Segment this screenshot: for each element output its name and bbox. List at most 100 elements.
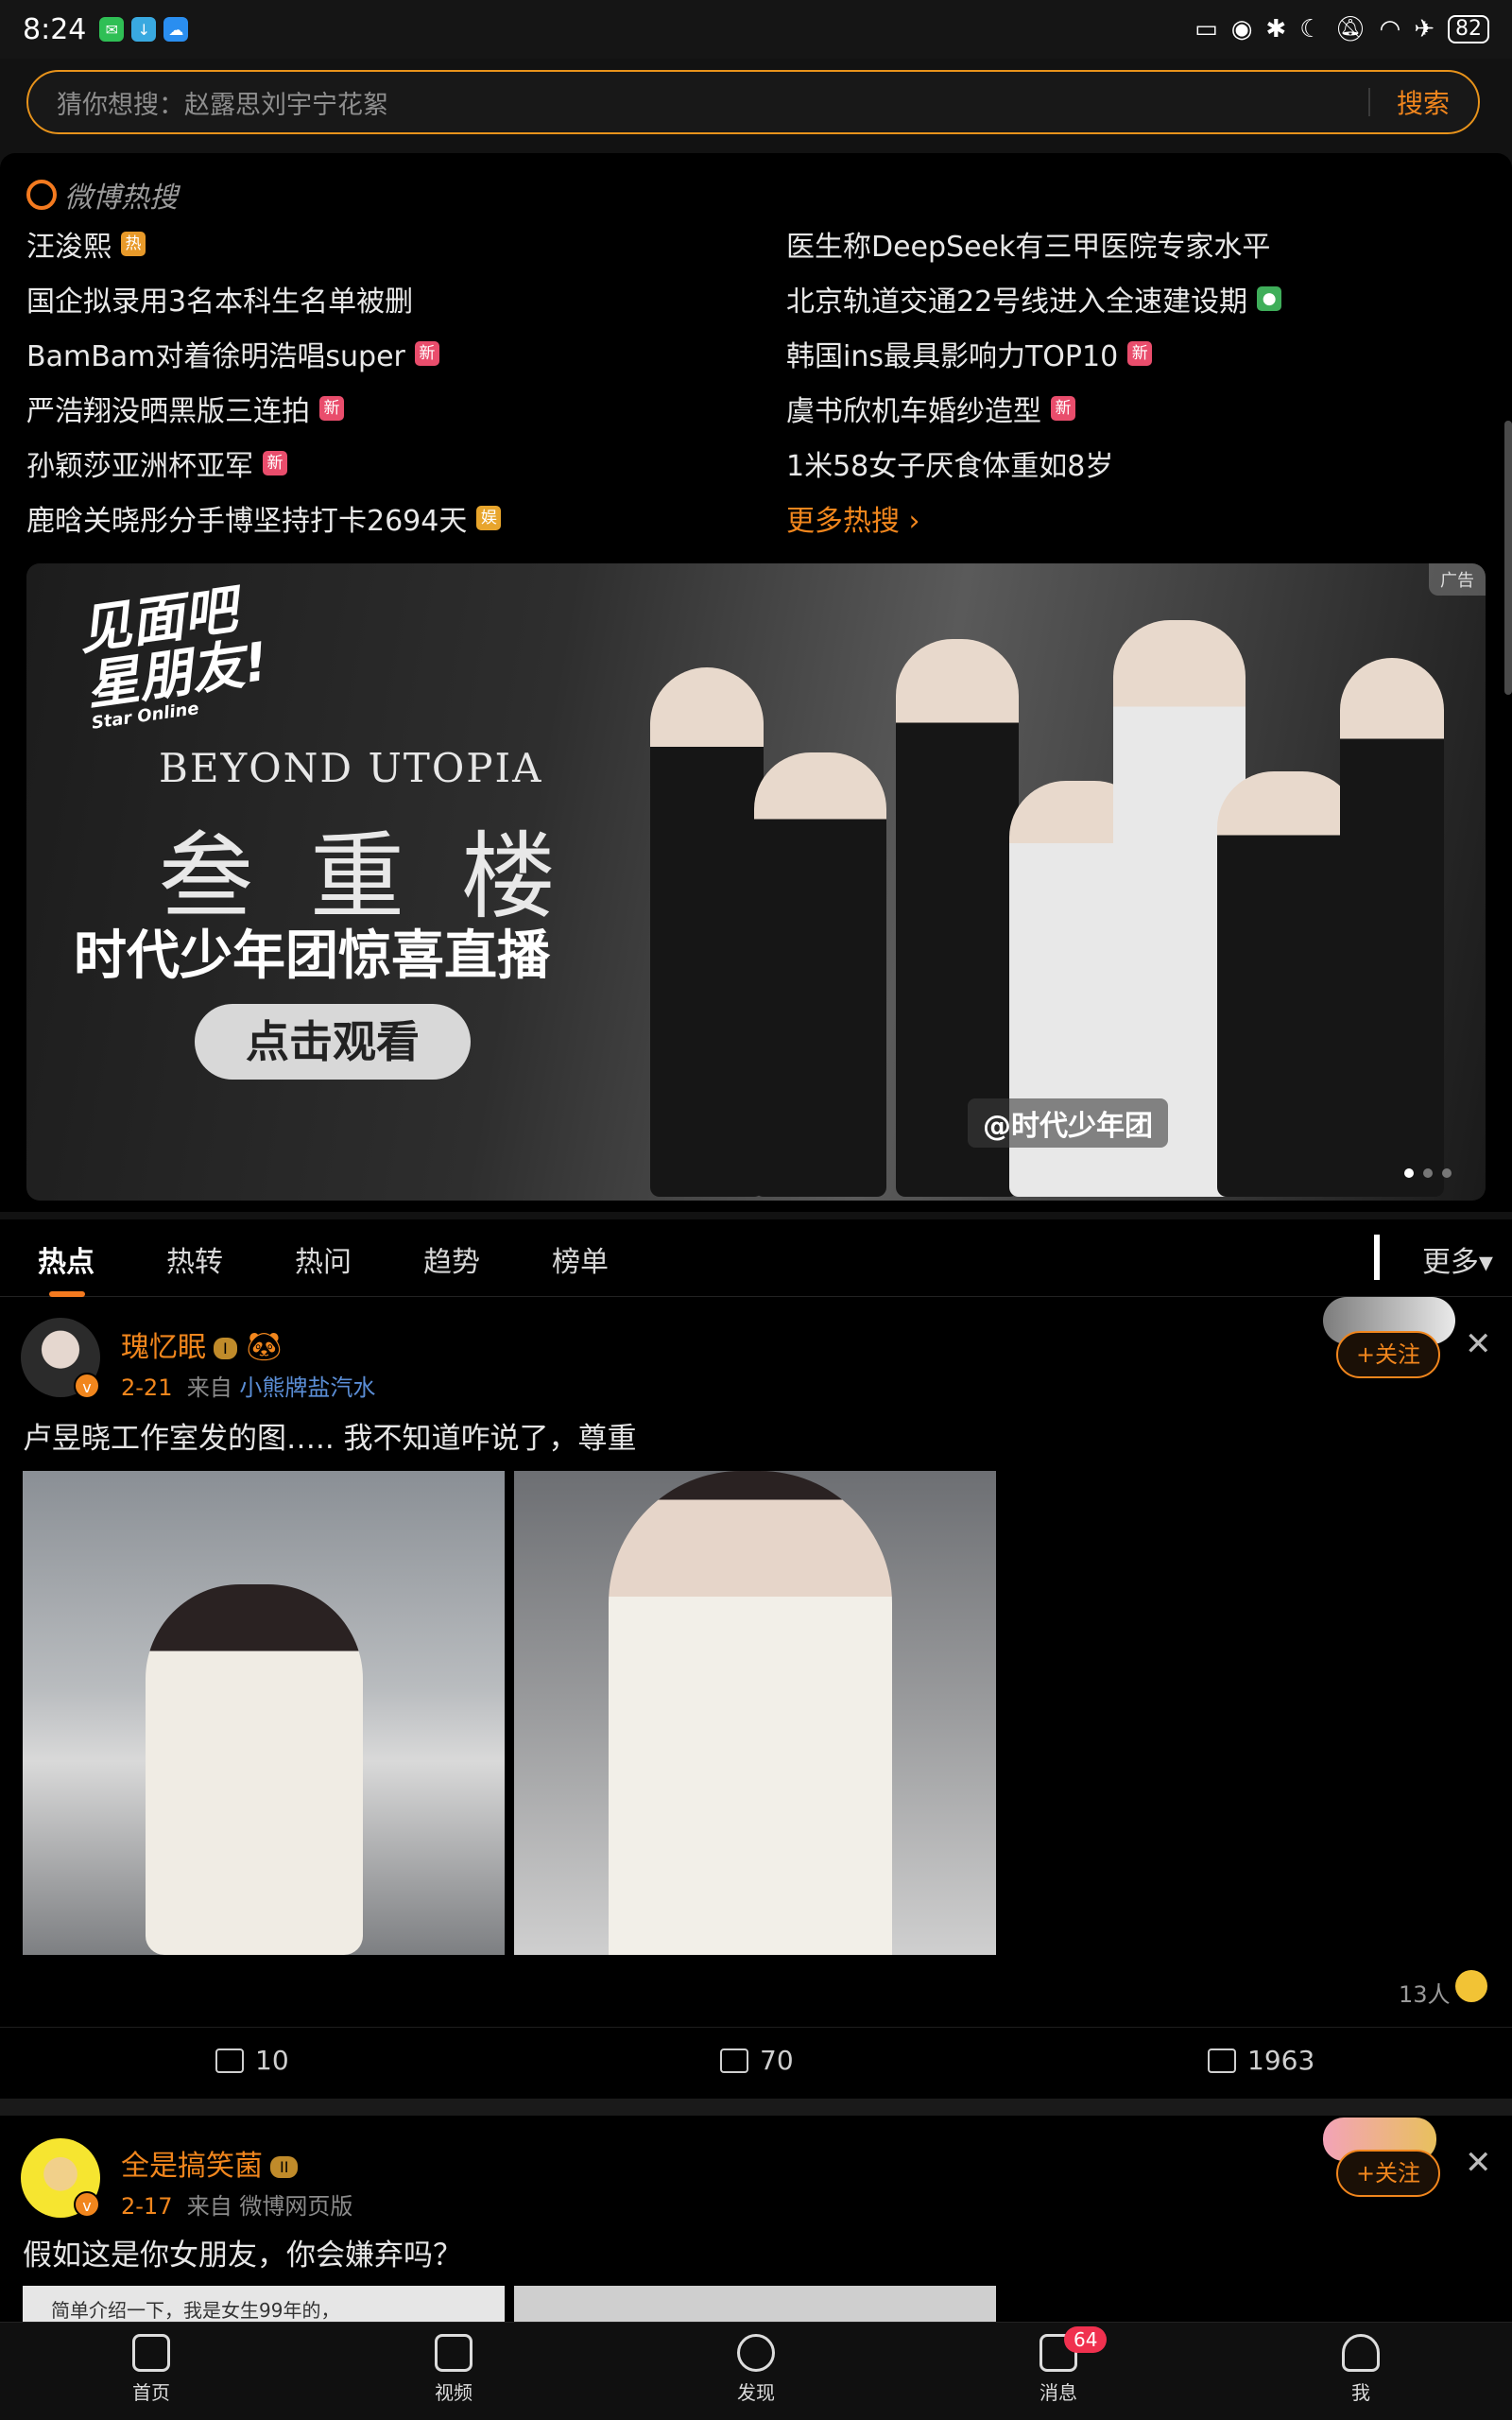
nav-label: 发现	[737, 2381, 775, 2404]
username-text: 瑰忆眠	[121, 1331, 206, 1364]
hot-item[interactable]: 汪浚熙热	[26, 223, 146, 265]
comment-count: 70	[760, 2045, 794, 2076]
thumbs-up-icon	[1208, 2048, 1236, 2073]
post-image[interactable]	[23, 1471, 505, 1955]
battery-indicator: 82	[1448, 15, 1489, 43]
tab-hot-repost[interactable]: 热转	[166, 1238, 223, 1280]
member-level-badge: II	[270, 2156, 299, 2178]
hot-item[interactable]: 虞书欣机车婚纱造型新	[786, 388, 1075, 429]
post-image[interactable]: 简单介绍一下，我是女生99年的，	[23, 2286, 505, 2324]
hot-item-text: 孙颖莎亚洲杯亚军	[26, 450, 253, 483]
nav-video[interactable]: 视频	[397, 2334, 510, 2405]
nav-label: 消息	[1040, 2381, 1077, 2404]
hot-search-logo[interactable]: 微博热搜	[26, 174, 178, 216]
message-count-badge: 64	[1064, 2326, 1108, 2353]
nav-discover[interactable]: 发现	[699, 2334, 813, 2405]
nav-messages[interactable]: 64 消息	[1002, 2326, 1115, 2405]
search-input[interactable]: 猜你想搜：赵露思刘宇宁花絮	[57, 84, 1368, 121]
person-figure	[1340, 658, 1444, 1197]
post-image[interactable]	[514, 2286, 996, 2324]
hot-item-text: 鹿晗关晓彤分手博坚持打卡2694天	[26, 505, 468, 538]
cast-icon: ▭	[1194, 15, 1218, 43]
feed-tabs: 热点 热转 热问 趋势 榜单 更多▾	[0, 1219, 1512, 1297]
tab-trend[interactable]: 趋势	[423, 1238, 480, 1280]
search-icon	[737, 2334, 775, 2372]
person-figure	[1217, 771, 1359, 1197]
post-image[interactable]	[514, 1471, 996, 1955]
search-button[interactable]: 搜索	[1397, 83, 1450, 121]
post-date: 2-21	[121, 1374, 173, 1401]
hot-item[interactable]: 北京轨道交通22号线进入全速建设期 ●	[786, 278, 1282, 320]
bottom-navigation: 首页 视频 发现 64 消息 我	[0, 2322, 1512, 2420]
hot-item[interactable]: 医生称DeepSeek有三甲医院专家水平	[786, 223, 1270, 265]
new-badge: 新	[263, 451, 287, 475]
post-source[interactable]: 微博网页版	[239, 2193, 352, 2220]
from-label: 来自	[186, 1374, 232, 1401]
nav-home[interactable]: 首页	[94, 2334, 208, 2405]
post-username[interactable]: 瑰忆眠 I 🐼︎	[121, 1323, 282, 1365]
search-bar[interactable]: 猜你想搜：赵露思刘宇宁花絮 搜索	[26, 70, 1480, 134]
status-icons: ▭ ◉ ✱ ☾ 🔕︎ ◠ ✈ 82	[1194, 15, 1489, 43]
post-username[interactable]: 全是搞笑菌 II	[121, 2142, 299, 2184]
post-source[interactable]: 小熊牌盐汽水	[239, 1374, 375, 1401]
image-caption-text: 简单介绍一下，我是女生99年的，	[51, 2299, 340, 2322]
post-text: 假如这是你女朋友，你会嫌弃吗？	[23, 2238, 462, 2273]
like-button[interactable]: 1963	[1208, 2045, 1314, 2076]
hot-badge: 热	[121, 232, 146, 256]
repost-button[interactable]: 10	[215, 2045, 289, 2076]
hot-item[interactable]: 韩国ins最具影响力TOP10 新	[786, 333, 1153, 374]
hot-item-text: BamBam对着徐明浩唱super	[26, 340, 405, 373]
eye-icon: ◉	[1230, 15, 1253, 43]
comment-icon	[720, 2048, 748, 2073]
entertainment-badge: 娱	[476, 506, 502, 530]
hot-item-text: 虞书欣机车婚纱造型	[786, 395, 1041, 428]
hot-item-text: 1米58女子厌食体重如8岁	[786, 450, 1114, 483]
hot-search-icon	[26, 180, 57, 210]
hot-item[interactable]: 1米58女子厌食体重如8岁	[786, 442, 1113, 484]
banner-beyond-text: BEYOND UTOPIA	[159, 745, 543, 791]
hot-item-text: 严浩翔没晒黑版三连拍	[26, 395, 310, 428]
more-hot-search-link[interactable]: 更多热搜 ›	[786, 497, 920, 539]
hot-item-text: 医生称DeepSeek有三甲医院专家水平	[786, 231, 1271, 264]
close-icon[interactable]: ✕	[1465, 2144, 1492, 2182]
like-count: 1963	[1247, 2045, 1315, 2076]
repost-icon	[215, 2048, 244, 2073]
hot-item[interactable]: 鹿晗关晓彤分手博坚持打卡2694天娱	[26, 497, 502, 539]
new-badge: 新	[319, 396, 344, 421]
ad-banner[interactable]: 广告 见面吧 星朋友! Star Online BEYOND UTOPIA 叁重…	[26, 563, 1486, 1201]
follow-button[interactable]: +关注	[1336, 1331, 1440, 1378]
comment-button[interactable]: 70	[720, 2045, 794, 2076]
carousel-dots[interactable]	[1404, 1168, 1452, 1178]
tab-hot[interactable]: 热点	[38, 1238, 94, 1297]
hot-item[interactable]: 严浩翔没晒黑版三连拍新	[26, 388, 344, 429]
status-time: 8:24	[23, 12, 87, 46]
tab-ranking[interactable]: 榜单	[552, 1238, 609, 1280]
carousel-dot[interactable]	[1442, 1168, 1452, 1178]
close-icon[interactable]: ✕	[1465, 1325, 1492, 1363]
verified-badge: v	[74, 1373, 100, 1399]
username-text: 全是搞笑菌	[121, 2150, 263, 2183]
mute-icon: 🔕︎	[1334, 15, 1366, 43]
tabs-more-button[interactable]: 更多▾	[1422, 1238, 1493, 1280]
follow-button[interactable]: +关注	[1336, 2150, 1440, 2197]
reaction-count[interactable]: 13人	[1399, 1976, 1451, 2009]
emoji-reaction-icon[interactable]	[1455, 1970, 1487, 2002]
post-meta: 2-17 来自 微博网页版	[121, 2187, 352, 2221]
scrollbar[interactable]	[1504, 421, 1512, 695]
new-badge: 新	[1127, 341, 1153, 366]
new-badge: 新	[1051, 396, 1075, 421]
hot-item[interactable]: BamBam对着徐明浩唱super 新	[26, 333, 439, 374]
hot-item-text: 国企拟录用3名本科生名单被删	[26, 285, 414, 319]
post-separator	[0, 2099, 1512, 2116]
bluetooth-icon: ✱	[1265, 15, 1287, 43]
hot-search-title: 微博热搜	[64, 182, 178, 215]
hot-item[interactable]: 孙颖莎亚洲杯亚军新	[26, 442, 287, 484]
hot-search-panel: 微博热搜 汪浚熙热 国企拟录用3名本科生名单被删 BamBam对着徐明浩唱sup…	[0, 153, 1512, 1212]
carousel-dot[interactable]	[1404, 1168, 1414, 1178]
nav-me[interactable]: 我	[1304, 2334, 1418, 2405]
carousel-dot[interactable]	[1423, 1168, 1433, 1178]
home-icon	[132, 2334, 170, 2372]
tab-hot-question[interactable]: 热问	[295, 1238, 352, 1280]
watch-button[interactable]: 点击观看	[195, 1004, 471, 1080]
hot-item[interactable]: 国企拟录用3名本科生名单被删	[26, 278, 413, 320]
